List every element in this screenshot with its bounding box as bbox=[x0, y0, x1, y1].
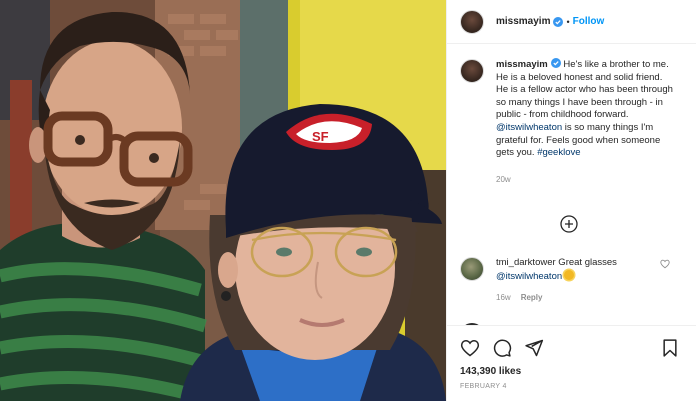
instagram-post: SF missmayim • Follow missmayim He's lik… bbox=[0, 0, 696, 401]
comment-body: tmi_darktower Great glasses @itswilwheat… bbox=[496, 257, 666, 305]
author-avatar[interactable] bbox=[460, 9, 484, 34]
sun-emoji bbox=[564, 269, 575, 280]
caption-username[interactable]: missmayim bbox=[496, 59, 548, 70]
reply-button[interactable]: Reply bbox=[521, 293, 543, 302]
caption: missmayim He's like a brother to me. He … bbox=[460, 58, 690, 186]
post-actions: 143,390 likes FEBRUARY 4 bbox=[447, 325, 696, 390]
like-comment-heart-icon[interactable] bbox=[660, 259, 670, 269]
post-header: missmayim • Follow bbox=[447, 0, 696, 44]
comments-section: missmayim He's like a brother to me. He … bbox=[447, 45, 696, 325]
post-side-panel: missmayim • Follow missmayim He's like a… bbox=[446, 0, 696, 401]
bookmark-icon[interactable] bbox=[660, 338, 680, 358]
action-icons bbox=[460, 336, 684, 360]
comment-meta: 16w Reply bbox=[496, 292, 666, 305]
post-date[interactable]: FEBRUARY 4 bbox=[460, 383, 684, 390]
like-count[interactable]: 143,390 likes bbox=[460, 366, 684, 377]
follow-button[interactable]: Follow bbox=[573, 16, 605, 27]
caption-mention-link[interactable]: @itswilwheaton bbox=[496, 122, 562, 133]
hashtag-link[interactable]: #geeklove bbox=[537, 147, 580, 158]
add-circle-icon[interactable] bbox=[560, 215, 578, 233]
comment-timestamp[interactable]: 16w bbox=[496, 293, 511, 302]
comment-text: Great glasses bbox=[555, 257, 617, 268]
post-photo[interactable]: SF bbox=[0, 0, 446, 401]
caption-body: missmayim He's like a brother to me. He … bbox=[496, 58, 676, 186]
cap-logo: SF bbox=[312, 129, 329, 144]
commenter-avatar[interactable] bbox=[460, 257, 484, 281]
author-username[interactable]: missmayim bbox=[496, 16, 550, 27]
verified-badge-icon bbox=[550, 58, 561, 68]
comment-item: tmi_darktower Great glasses @itswilwheat… bbox=[460, 257, 692, 305]
share-icon[interactable] bbox=[524, 338, 544, 358]
caption-avatar[interactable] bbox=[460, 59, 484, 83]
heart-icon[interactable] bbox=[460, 338, 480, 358]
verified-badge-icon bbox=[553, 16, 564, 27]
separator-dot: • bbox=[566, 16, 570, 27]
commenter-username[interactable]: tmi_darktower bbox=[496, 257, 556, 268]
comment-mention-link[interactable]: @itswilwheaton bbox=[496, 271, 562, 282]
comment-icon[interactable] bbox=[492, 338, 512, 358]
caption-timestamp[interactable]: 20w bbox=[496, 174, 676, 187]
selfie-illustration: SF bbox=[0, 0, 446, 401]
